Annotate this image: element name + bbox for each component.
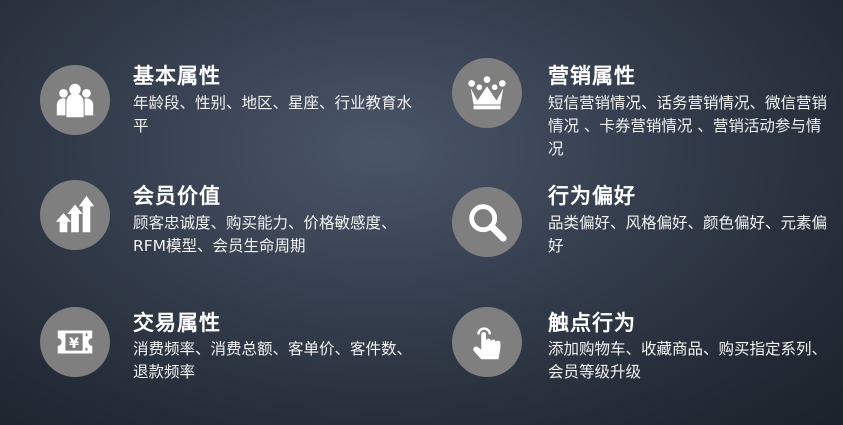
feature-description: 品类偏好、风格偏好、颜色偏好、元素偏好 [548,214,828,255]
svg-text:¥: ¥ [69,336,79,352]
search-icon [452,187,522,257]
feature-title: 交易属性 [133,311,221,335]
crown-icon [452,58,522,128]
feature-description: 消费频率、消费总额、客单价、客件数、退款频率 [133,340,413,381]
feature-description: 顾客忠诚度、购买能力、价格敏感度、RFM模型、会员生命周期 [133,214,397,255]
people-icon [40,65,110,135]
ticket-icon: ¥ [40,307,110,377]
growth-arrows-icon [40,180,110,250]
feature-title: 触点行为 [548,311,636,335]
feature-title: 基本属性 [133,64,221,88]
feature-description: 短信营销情况、话务营销情况、微信营销情况 、卡券营销情况 、营销活动参与情况 [548,94,828,158]
feature-title: 行为偏好 [548,184,636,208]
feature-description: 添加购物车、收藏商品、购买指定系列、会员等级升级 [548,340,828,381]
feature-description: 年龄段、性别、地区、星座、行业教育水平 [133,94,413,135]
touch-hand-icon [452,307,522,377]
feature-title: 会员价值 [133,184,221,208]
feature-title: 营销属性 [548,64,636,88]
